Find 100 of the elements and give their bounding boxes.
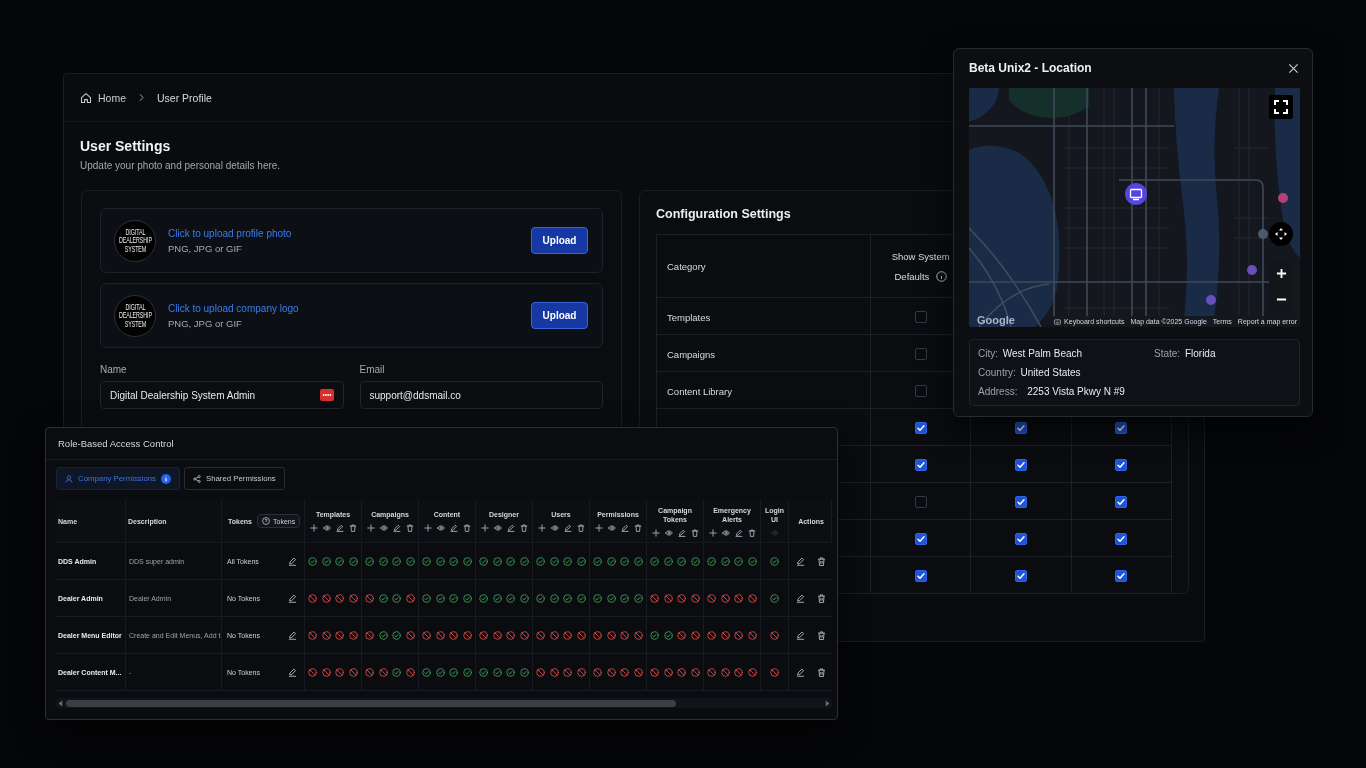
plus-icon: [594, 524, 603, 532]
plus-icon: [537, 524, 546, 532]
eye-icon: [322, 524, 331, 532]
eye-icon: [379, 524, 388, 532]
pencil-icon[interactable]: [795, 630, 805, 640]
trash-icon[interactable]: [816, 593, 826, 603]
checkbox[interactable]: [1015, 421, 1027, 434]
checkbox[interactable]: [1015, 532, 1027, 545]
trash-icon: [519, 524, 528, 532]
pencil-icon[interactable]: [288, 593, 297, 603]
eye-icon: [721, 528, 730, 537]
eye-icon: [493, 524, 502, 532]
detail-value: United States: [1020, 367, 1081, 378]
close-icon[interactable]: [1288, 62, 1299, 74]
user-icon: [65, 474, 73, 483]
current-page-label: User Profile: [157, 91, 212, 104]
checkbox[interactable]: [1115, 458, 1128, 471]
eye-icon: [436, 524, 445, 532]
share-icon: [193, 474, 201, 483]
column-header: Category: [667, 261, 706, 272]
file-type-hint: PNG, JPG or GIF: [168, 317, 242, 329]
checkbox[interactable]: [1015, 495, 1027, 508]
detail-label: Country:: [978, 367, 1016, 378]
map-logo: Google: [977, 314, 1015, 326]
field-label: Email: [359, 364, 385, 375]
eye-icon: [664, 528, 673, 537]
trash-icon: [690, 528, 699, 537]
text-input[interactable]: support@ddsmail.co: [359, 381, 603, 409]
checkbox[interactable]: [1015, 569, 1027, 582]
pencil-icon: [734, 528, 743, 537]
plus-icon: [651, 528, 660, 537]
pencil-icon[interactable]: [795, 667, 805, 677]
category-label: Templates: [667, 312, 711, 323]
detail-label: State:: [1154, 348, 1181, 359]
checkbox[interactable]: [1115, 495, 1128, 508]
trash-icon[interactable]: [816, 667, 826, 677]
pencil-icon: [449, 524, 458, 532]
detail-label: Address:: [978, 386, 1018, 397]
checkbox[interactable]: [914, 569, 927, 582]
pencil-icon[interactable]: [795, 556, 805, 566]
trash-icon: [576, 524, 585, 532]
checkbox[interactable]: [1115, 421, 1128, 434]
upload-button[interactable]: Upload: [531, 302, 588, 329]
checkbox[interactable]: [914, 495, 927, 508]
checkbox[interactable]: [914, 458, 927, 471]
scrollbar-thumb[interactable]: [66, 699, 676, 707]
eye-icon: [550, 524, 559, 532]
trash-icon[interactable]: [816, 630, 826, 640]
fullscreen-button[interactable]: [1269, 95, 1293, 119]
trash-icon: [633, 524, 642, 532]
chevron-right-icon: [139, 93, 144, 102]
pencil-icon[interactable]: [288, 630, 297, 640]
checkbox[interactable]: [1115, 532, 1128, 545]
checkbox[interactable]: [914, 384, 927, 397]
file-type-hint: PNG, JPG or GIF: [168, 242, 242, 254]
detail-value: Florida: [1184, 348, 1216, 359]
plus-icon: [309, 524, 318, 532]
checkbox[interactable]: [914, 347, 927, 360]
checkbox[interactable]: [914, 532, 927, 545]
upload-link[interactable]: Click to upload company logo: [168, 302, 299, 314]
checkbox[interactable]: [914, 310, 927, 323]
pencil-icon: [620, 524, 629, 532]
checkbox[interactable]: [914, 421, 927, 434]
arrow-right-icon[interactable]: [825, 699, 830, 707]
dialog-title: Beta Unix2 - Location: [969, 61, 1092, 75]
checkbox[interactable]: [1115, 569, 1128, 582]
breadcrumb-link[interactable]: Home: [98, 91, 126, 104]
column-header: Show System Defaults: [891, 251, 950, 282]
text-input[interactable]: Digital Dealership System Admin: [100, 381, 344, 409]
pencil-icon[interactable]: [288, 556, 297, 566]
arrow-left-icon[interactable]: [58, 699, 63, 707]
detail-value: West Palm Beach: [1002, 348, 1083, 359]
section-title: Configuration Settings: [656, 206, 792, 222]
page-subtitle: Update your photo and personal details here.: [80, 159, 282, 172]
pencil-icon[interactable]: [795, 593, 805, 603]
password-dots-icon[interactable]: [319, 389, 334, 401]
move-arrows-icon: [1274, 227, 1288, 241]
upload-button[interactable]: Upload: [531, 227, 588, 254]
keyboard-icon: [1054, 318, 1062, 325]
upload-link[interactable]: Click to upload profile photo: [168, 227, 292, 239]
horizontal-scrollbar[interactable]: [56, 698, 832, 708]
map-marker-icon[interactable]: [1125, 183, 1147, 205]
detail-value: 2253 Vista Pkwy N #9: [1027, 386, 1125, 397]
checkbox[interactable]: [1015, 458, 1027, 471]
trash-icon: [348, 524, 357, 532]
panel-title: Role-Based Access Control: [58, 438, 174, 449]
logo-avatar: DIGITAL DEALERSHIP SYSTEM: [114, 294, 156, 337]
pencil-icon: [563, 524, 572, 532]
pencil-icon[interactable]: [288, 667, 297, 677]
logo-avatar: DIGITAL DEALERSHIP SYSTEM: [114, 219, 156, 262]
trash-icon[interactable]: [816, 556, 826, 566]
category-label: Content Library: [667, 386, 732, 397]
home-icon[interactable]: [80, 91, 92, 104]
category-label: Campaigns: [667, 349, 716, 360]
help-icon: [262, 517, 270, 525]
plus-icon: [423, 524, 432, 532]
pencil-icon: [677, 528, 686, 537]
plus-icon: [366, 524, 375, 532]
page-title: User Settings: [80, 137, 172, 155]
plus-icon: [1275, 267, 1287, 279]
